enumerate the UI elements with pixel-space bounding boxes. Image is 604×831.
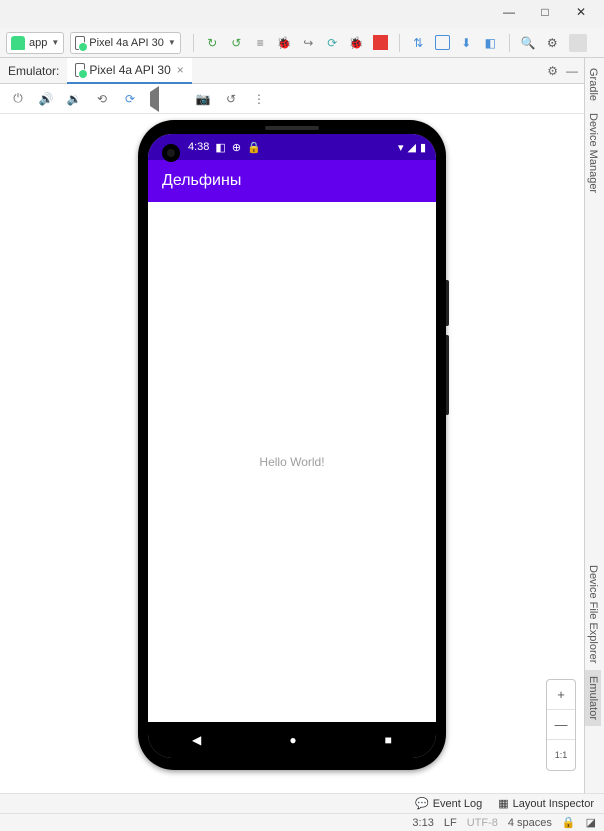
- sdk-manager-button[interactable]: ⬇: [459, 35, 474, 50]
- coverage-button[interactable]: ↪: [301, 35, 316, 50]
- debug-button[interactable]: 🐞: [277, 35, 292, 50]
- status-icon: ◧: [215, 141, 225, 154]
- volume-down-button[interactable]: 🔉: [66, 91, 82, 107]
- nav-home-button[interactable]: ●: [289, 733, 296, 747]
- more-button[interactable]: ⋮: [251, 91, 267, 107]
- run-config-label: app: [29, 37, 47, 49]
- user-avatar[interactable]: [569, 34, 587, 52]
- side-key: [446, 335, 449, 415]
- indent-setting[interactable]: 4 spaces: [508, 817, 552, 829]
- signal-icon: ◢: [407, 141, 415, 154]
- search-button[interactable]: 🔍: [521, 35, 536, 50]
- chevron-down-icon: ▼: [168, 38, 176, 47]
- inspection-icon[interactable]: ◪: [586, 816, 596, 829]
- status-time: 4:38: [188, 141, 209, 153]
- tool-hide-button[interactable]: —: [566, 64, 578, 78]
- wifi-icon: ▾: [398, 141, 404, 154]
- nav-overview-button[interactable]: ■: [385, 733, 392, 747]
- window-minimize-button[interactable]: —: [502, 4, 516, 20]
- file-encoding[interactable]: UTF-8: [467, 817, 498, 829]
- emulator-toolbar: ⏻ 🔊 🔉 ⟲ ⟳ 📷 ↺ ⋮: [0, 84, 584, 114]
- battery-icon: ▮: [420, 141, 426, 154]
- bottom-tool-strip: 💬 Event Log ▦ Layout Inspector: [0, 793, 604, 813]
- layout-inspector-label: Layout Inspector: [513, 798, 594, 810]
- tool-window-tabs: Emulator: Pixel 4a API 30 × ⚙ —: [0, 58, 584, 84]
- status-icon: 🔒: [247, 141, 261, 154]
- window-maximize-button[interactable]: □: [538, 4, 552, 20]
- device-combo[interactable]: Pixel 4a API 30 ▼: [70, 32, 181, 54]
- event-log-icon: 💬: [415, 797, 429, 810]
- emulator-tabs-label: Emulator:: [8, 64, 59, 78]
- device-manager-tool-button[interactable]: Device Manager: [585, 107, 601, 199]
- status-icon: ⊕: [232, 141, 241, 154]
- app-title: Дельфины: [162, 172, 241, 190]
- sync-button[interactable]: ⇅: [411, 35, 426, 50]
- event-log-label: Event Log: [433, 798, 483, 810]
- readonly-lock-icon[interactable]: 🔒: [562, 816, 576, 829]
- zoom-panel: + — 1:1: [546, 679, 576, 771]
- speaker-slot: [265, 126, 319, 130]
- side-key: [446, 280, 449, 326]
- close-tab-button[interactable]: ×: [177, 63, 184, 77]
- zoom-out-button[interactable]: —: [547, 710, 575, 740]
- zoom-in-button[interactable]: +: [547, 680, 575, 710]
- camera-punch-hole: [162, 144, 180, 162]
- status-bar: 3:13 LF UTF-8 4 spaces 🔒 ◪: [0, 813, 604, 831]
- emulator-canvas: 4:38 ◧ ⊕ 🔒 ▾ ◢ ▮ Дельфины Hello World! ◀…: [0, 114, 584, 799]
- snapshot-button[interactable]: ↺: [223, 91, 239, 107]
- main-toolbar: app ▼ Pixel 4a API 30 ▼ ↻ ↺ ≡ 🐞 ↪ ⟳ 🐞 ⇅ …: [0, 28, 604, 58]
- back-button[interactable]: [150, 92, 159, 106]
- layout-inspector-button[interactable]: ▦ Layout Inspector: [498, 797, 594, 810]
- volume-up-button[interactable]: 🔊: [38, 91, 54, 107]
- power-button[interactable]: ⏻: [10, 91, 26, 107]
- navigation-bar: ◀ ● ■: [148, 722, 436, 758]
- device-file-explorer-tool-button[interactable]: Device File Explorer: [585, 559, 601, 669]
- stop-button[interactable]: [373, 35, 388, 50]
- resource-manager-button[interactable]: ◧: [483, 35, 498, 50]
- phone-frame: 4:38 ◧ ⊕ 🔒 ▾ ◢ ▮ Дельфины Hello World! ◀…: [138, 120, 446, 770]
- tool-settings-button[interactable]: ⚙: [547, 64, 558, 78]
- device-icon: [75, 36, 85, 50]
- emulator-tab[interactable]: Pixel 4a API 30 ×: [67, 58, 191, 84]
- screenshot-button[interactable]: 📷: [195, 91, 211, 107]
- avd-manager-button[interactable]: [435, 35, 450, 50]
- app-bar: Дельфины: [148, 160, 436, 202]
- android-app-icon: [11, 36, 25, 50]
- device-combo-label: Pixel 4a API 30: [89, 37, 164, 49]
- right-tool-strip: Gradle Device Manager Device File Explor…: [584, 58, 604, 799]
- layout-inspector-icon: ▦: [498, 797, 508, 810]
- run-config-combo[interactable]: app ▼: [6, 32, 64, 54]
- caret-position[interactable]: 3:13: [412, 817, 433, 829]
- profiler-button[interactable]: ⟳: [325, 35, 340, 50]
- emulator-tool-button[interactable]: Emulator: [585, 670, 601, 726]
- run-button[interactable]: ↻: [205, 35, 220, 50]
- device-screen[interactable]: 4:38 ◧ ⊕ 🔒 ▾ ◢ ▮ Дельфины Hello World! ◀…: [148, 134, 436, 758]
- gradle-tool-button[interactable]: Gradle: [585, 62, 601, 107]
- rotate-right-button[interactable]: ⟳: [122, 91, 138, 107]
- event-log-button[interactable]: 💬 Event Log: [415, 797, 482, 810]
- zoom-fit-button[interactable]: 1:1: [547, 740, 575, 770]
- rerun-button[interactable]: ↺: [229, 35, 244, 50]
- chevron-down-icon: ▼: [51, 38, 59, 47]
- rotate-left-button[interactable]: ⟲: [94, 91, 110, 107]
- settings-button[interactable]: ⚙: [545, 35, 560, 50]
- app-content: Hello World!: [148, 202, 436, 722]
- nav-back-button[interactable]: ◀: [192, 733, 201, 747]
- device-icon: [75, 63, 85, 77]
- emulator-tab-label: Pixel 4a API 30: [89, 63, 170, 77]
- window-close-button[interactable]: ✕: [574, 4, 588, 20]
- hello-world-text: Hello World!: [259, 455, 324, 469]
- line-separator[interactable]: LF: [444, 817, 457, 829]
- attach-debugger-button[interactable]: 🐞: [349, 35, 364, 50]
- status-bar: 4:38 ◧ ⊕ 🔒 ▾ ◢ ▮: [148, 134, 436, 160]
- profile-button[interactable]: ≡: [253, 35, 268, 50]
